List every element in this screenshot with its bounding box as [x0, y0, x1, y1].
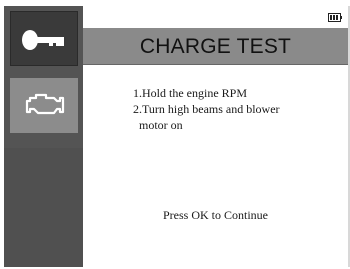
content-area: 1.Hold the engine RPM 2.Turn high beams …	[83, 65, 348, 267]
sidebar-item-engine[interactable]	[10, 78, 78, 133]
sidebar	[4, 6, 83, 267]
engine-icon	[25, 93, 65, 115]
page-title: CHARGE TEST	[139, 35, 292, 58]
sidebar-item-key[interactable]	[10, 11, 78, 66]
title-bar: CHARGE TEST	[83, 28, 348, 65]
instruction-step-2-continued: motor on	[139, 118, 183, 132]
status-bar	[83, 10, 348, 28]
tester-screen: CHARGE TEST 1.Hold the engine RPM 2.Turn…	[0, 0, 350, 269]
instructions: 1.Hold the engine RPM 2.Turn high beams …	[133, 85, 343, 133]
continue-prompt: Press OK to Continue	[163, 208, 268, 222]
instruction-step-1: 1.Hold the engine RPM	[133, 86, 247, 100]
key-icon	[22, 30, 64, 50]
sidebar-empty-area	[4, 148, 83, 267]
instruction-step-2: 2.Turn high beams and blower	[133, 102, 280, 116]
battery-icon	[328, 13, 342, 22]
